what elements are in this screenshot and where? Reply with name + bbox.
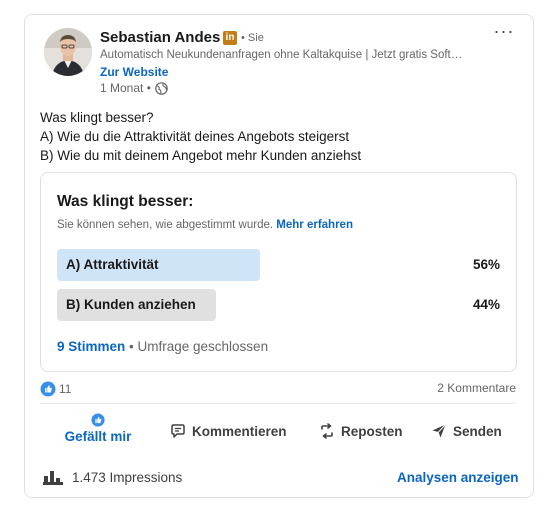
view-analytics-link[interactable]: Analysen anzeigen — [397, 470, 519, 485]
linkedin-premium-badge: in — [223, 31, 237, 45]
globe-icon — [155, 81, 168, 95]
learn-more-link[interactable]: Mehr erfahren — [276, 219, 353, 231]
post-time-label: 1 Monat • — [100, 81, 151, 95]
social-counts: 11 2 Kommentare — [40, 379, 516, 399]
author-name[interactable]: Sebastian Andes — [100, 29, 220, 46]
author-headline: Automatisch Neukundenanfragen ohne Kalta… — [100, 49, 463, 61]
post-timestamp: 1 Monat • — [100, 81, 168, 95]
repost-icon — [321, 423, 333, 439]
repost-button-label: Reposten — [341, 423, 403, 439]
poll-title: Was klingt besser: — [57, 193, 194, 210]
poll-footer: 9 Stimmen • Umfrage geschlossen — [57, 339, 268, 354]
poll-option-b: B) Kunden anziehen 44% — [57, 289, 500, 321]
like-button-label: Gefällt mir — [64, 429, 132, 444]
post-line: Was klingt besser? — [40, 110, 154, 125]
poll-option-percent: 44% — [472, 297, 500, 312]
divider — [40, 403, 516, 404]
send-button[interactable]: Senden — [431, 423, 502, 439]
poll-option-a: A) Attraktivität 56% — [57, 249, 500, 281]
reactions-count[interactable]: 11 — [40, 381, 71, 397]
poll-note-text: Sie können sehen, wie abgestimmt wurde. — [57, 219, 274, 231]
like-button[interactable]: Gefällt mir — [63, 413, 133, 449]
post-line: B) Wie du mit deinem Angebot mehr Kunden… — [40, 148, 362, 163]
reactions-number: 11 — [59, 382, 72, 396]
poll-note: Sie können sehen, wie abgestimmt wurde. … — [57, 219, 353, 231]
send-button-label: Senden — [453, 423, 502, 439]
poll-card: Was klingt besser: Sie können sehen, wie… — [40, 172, 517, 372]
poll-option-percent: 56% — [472, 257, 500, 272]
author-avatar[interactable] — [44, 28, 92, 76]
post-text: Was klingt besser? A) Wie du die Attrakt… — [40, 108, 510, 165]
poll-option-label: A) Attraktivität — [66, 257, 159, 272]
repost-button[interactable]: Reposten — [319, 423, 403, 439]
poll-status: • Umfrage geschlossen — [125, 339, 269, 354]
analytics-bar-icon — [43, 471, 63, 485]
like-reaction-icon — [40, 381, 56, 397]
send-icon — [432, 424, 446, 438]
comments-count[interactable]: 2 Kommentare — [437, 381, 516, 395]
connection-degree: • Sie — [241, 32, 264, 44]
post-line: A) Wie du die Attraktivität deines Angeb… — [40, 129, 350, 144]
poll-votes-link[interactable]: 9 Stimmen — [57, 339, 125, 354]
website-link[interactable]: Zur Website — [100, 65, 168, 79]
poll-option-label: B) Kunden anziehen — [66, 297, 196, 312]
thumbs-up-icon — [91, 413, 105, 427]
more-options-button[interactable]: ··· — [492, 22, 516, 44]
comment-button-label: Kommentieren — [192, 423, 287, 439]
impressions-stat: 1.473 Impressions — [43, 469, 182, 485]
impressions-count: 1.473 Impressions — [72, 469, 183, 485]
comment-icon — [171, 424, 185, 438]
comment-button[interactable]: Kommentieren — [170, 423, 287, 439]
